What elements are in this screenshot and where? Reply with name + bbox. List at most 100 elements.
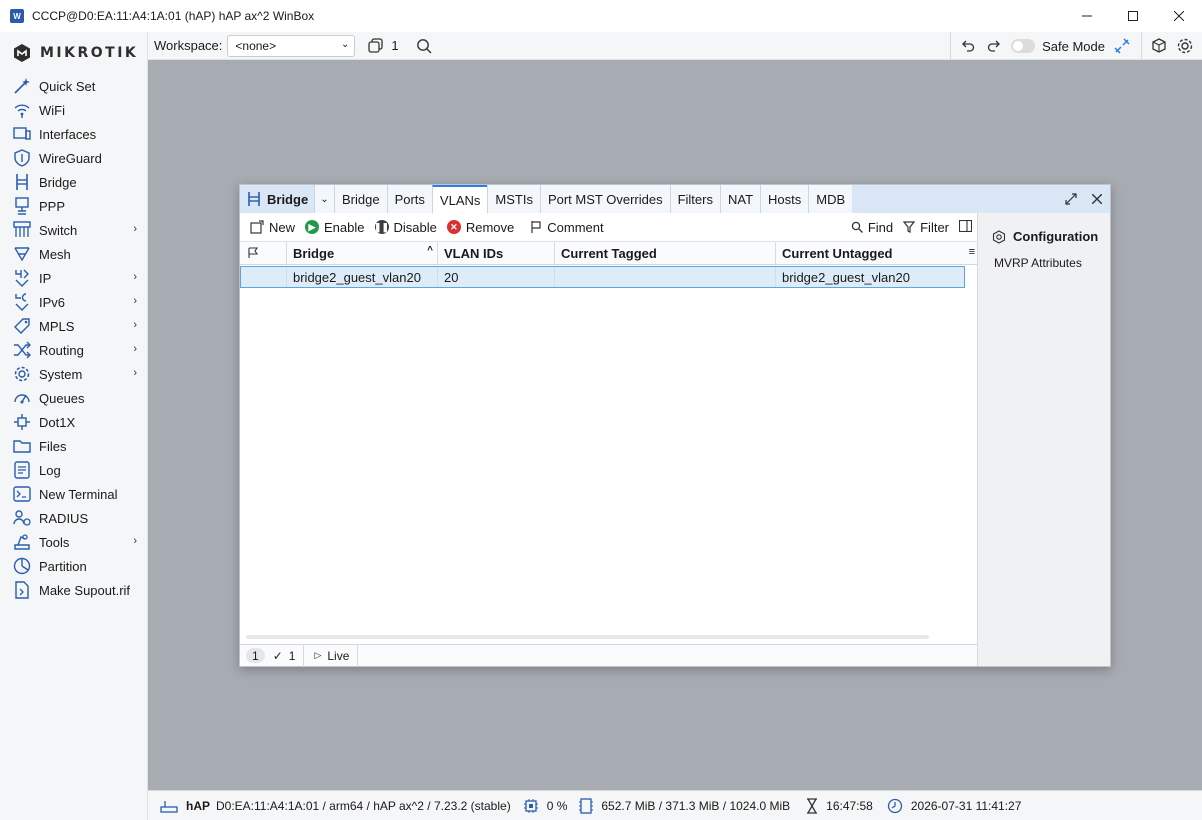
undock-window-button[interactable] xyxy=(1058,193,1084,205)
sidebar-item-queues[interactable]: Queues xyxy=(0,386,147,410)
sidebar-item-wifi[interactable]: WiFi xyxy=(0,98,147,122)
new-item-icon xyxy=(250,220,264,234)
sidebar-item-quick-set[interactable]: Quick Set xyxy=(0,74,147,98)
column-header-bridge[interactable]: Bridge ^ xyxy=(287,242,438,264)
windows-button[interactable] xyxy=(365,35,387,57)
play-icon: ▶ xyxy=(305,220,320,234)
sidebar-item-mpls[interactable]: MPLS › xyxy=(0,314,147,338)
sidebar-item-new-terminal[interactable]: New Terminal xyxy=(0,482,147,506)
tab-bridge[interactable]: Bridge xyxy=(334,185,387,213)
cube-star-icon xyxy=(1152,38,1166,53)
side-panel-heading[interactable]: Configuration xyxy=(992,229,1110,244)
shield-icon xyxy=(13,149,31,167)
sidebar-item-label: Partition xyxy=(39,558,87,574)
live-toggle[interactable]: ▷ Live xyxy=(304,644,359,667)
sidebar-item-label: RADIUS xyxy=(39,510,89,526)
sidebar-item-interfaces[interactable]: Interfaces xyxy=(0,122,147,146)
log-icon xyxy=(13,461,31,479)
expand-icon xyxy=(1065,193,1077,205)
sidebar-item-routing[interactable]: Routing › xyxy=(0,338,147,362)
bridge-window-tabbar: Bridge ⌄ Bridge Ports VLANs MSTIs Port MST O… xyxy=(240,185,1110,213)
safe-mode-toggle[interactable] xyxy=(1011,39,1036,53)
sidebar-item-label: IPv6 xyxy=(39,294,66,310)
redo-button[interactable] xyxy=(983,35,1005,57)
new-button[interactable]: New xyxy=(250,220,295,235)
enable-button[interactable]: ▶ Enable xyxy=(305,220,365,235)
sidebar-item-ip[interactable]: IP › xyxy=(0,266,147,290)
tab-mdb[interactable]: MDB xyxy=(808,185,853,213)
find-button[interactable]: Find xyxy=(851,220,893,235)
disable-button-label: Disable xyxy=(393,219,437,235)
close-window-button[interactable] xyxy=(1156,0,1202,32)
minimize-button[interactable] xyxy=(1064,0,1110,32)
sidebar-item-label: Quick Set xyxy=(39,78,96,94)
windows-count: 1 xyxy=(391,38,399,53)
comment-flag-icon xyxy=(530,220,542,234)
search-icon xyxy=(851,221,863,233)
tab-vlans[interactable]: VLANs xyxy=(431,185,488,213)
maximize-icon xyxy=(1128,11,1138,21)
safe-mode-label: Safe Mode xyxy=(1042,38,1105,54)
comment-button[interactable]: Comment xyxy=(530,220,604,235)
filter-button[interactable]: Filter xyxy=(903,220,949,235)
flag-column-header[interactable] xyxy=(240,242,287,264)
column-header-current-tagged[interactable]: Current Tagged xyxy=(555,242,776,264)
column-header-bridge-label: Bridge xyxy=(293,245,335,261)
new-feature-button[interactable] xyxy=(1148,35,1170,57)
remove-button-label: Remove xyxy=(465,219,515,235)
tab-ports[interactable]: Ports xyxy=(386,185,432,213)
settings-button[interactable] xyxy=(1174,35,1196,57)
sidebar-item-ipv6[interactable]: IPv6 › xyxy=(0,290,147,314)
tab-nat[interactable]: NAT xyxy=(719,185,761,213)
sidebar-item-system[interactable]: System › xyxy=(0,362,147,386)
column-menu-icon[interactable]: ≡ xyxy=(969,246,975,258)
horizontal-scrollbar[interactable] xyxy=(246,635,929,639)
sidebar-item-partition[interactable]: Partition xyxy=(0,554,147,578)
mesh-icon xyxy=(13,245,31,263)
sidebar-item-wireguard[interactable]: WireGuard xyxy=(0,146,147,170)
sidebar-item-log[interactable]: Log xyxy=(0,458,147,482)
device-details: D0:EA:11:A4:1A:01 / arm64 / hAP ax^2 / 7… xyxy=(216,798,511,813)
disable-button[interactable]: ❚❚ Disable xyxy=(374,219,437,235)
memory-icon xyxy=(579,797,594,814)
tab-filters[interactable]: Filters xyxy=(669,185,720,213)
workspace-select[interactable]: <none> ⌄ xyxy=(227,34,356,57)
side-item-mvrp-attributes[interactable]: MVRP Attributes xyxy=(994,256,1110,270)
column-header-vlan-ids-label: VLAN IDs xyxy=(444,245,504,261)
window-controls xyxy=(1064,0,1202,32)
sidebar-item-label: Log xyxy=(39,462,61,478)
column-header-current-untagged[interactable]: Current Untagged ≡ xyxy=(776,242,977,264)
tab-menu-dropdown[interactable]: ⌄ xyxy=(314,185,334,213)
sidebar-item-dot1x[interactable]: Dot1X xyxy=(0,410,147,434)
remove-button[interactable]: ✕ Remove xyxy=(446,219,515,235)
close-bridge-window-button[interactable] xyxy=(1084,194,1110,204)
connection-button[interactable] xyxy=(1111,35,1133,57)
uptime-value: 16:47:58 xyxy=(826,798,873,813)
tab-hosts[interactable]: Hosts xyxy=(760,185,809,213)
close-icon xyxy=(1092,194,1102,204)
vlan-actions-toolbar: New ▶ Enable ❚❚ Disable ✕ Remove Comment… xyxy=(240,213,977,241)
sidebar-item-make-supout-rif[interactable]: Make Supout.rif xyxy=(0,578,147,602)
sidebar-item-tools[interactable]: Tools › xyxy=(0,530,147,554)
item-count-badge: 1 xyxy=(246,648,265,663)
sidebar-item-mesh[interactable]: Mesh xyxy=(0,242,147,266)
column-header-vlan-ids[interactable]: VLAN IDs xyxy=(438,242,555,264)
sidebar-item-radius[interactable]: RADIUS xyxy=(0,506,147,530)
workspace-label: Workspace: xyxy=(154,38,223,53)
sidebar-item-ppp[interactable]: PPP xyxy=(0,194,147,218)
routing-icon xyxy=(13,341,31,359)
search-button[interactable] xyxy=(413,35,435,57)
sidebar-item-files[interactable]: Files xyxy=(0,434,147,458)
undo-button[interactable] xyxy=(957,35,979,57)
toggle-side-panel-button[interactable] xyxy=(958,219,973,235)
sidebar-item-bridge[interactable]: Bridge xyxy=(0,170,147,194)
ppp-icon xyxy=(13,197,31,215)
sidebar-item-label: WireGuard xyxy=(39,150,102,166)
sidebar-item-switch[interactable]: Switch › xyxy=(0,218,147,242)
tab-mstis[interactable]: MSTIs xyxy=(487,185,540,213)
new-button-label: New xyxy=(269,219,296,235)
radius-icon xyxy=(13,509,31,527)
maximize-button[interactable] xyxy=(1110,0,1156,32)
tab-port-mst-overrides[interactable]: Port MST Overrides xyxy=(539,185,670,213)
table-row[interactable]: bridge2_guest_vlan20 20 bridge2_guest_vl… xyxy=(240,266,965,288)
